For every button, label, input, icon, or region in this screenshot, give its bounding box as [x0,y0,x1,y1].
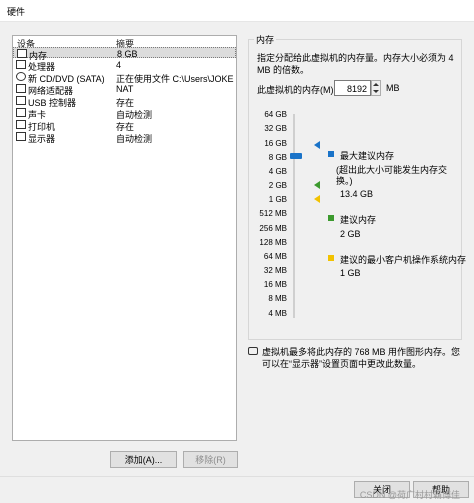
tick-label: 1 GB [268,195,287,204]
memory-spinner[interactable] [371,80,381,96]
tick-label: 512 MB [259,209,287,218]
memory-slider-thumb[interactable] [290,153,302,159]
tick-label: 2 GB [268,181,287,190]
add-device-button[interactable]: 添加(A)... [110,451,177,468]
printer-icon [16,120,26,129]
window-title: 硬件 [7,7,26,17]
tick-label: 16 GB [264,139,287,148]
device-row-processor[interactable]: 处理器 4 [13,59,236,72]
memory-field-label: 此虚拟机的内存(M): [257,85,336,95]
memory-size-input[interactable] [334,80,371,96]
device-row-printer[interactable]: 打印机 存在 [13,119,236,132]
watermark: CSDN @荷广村村霸博佳 [359,490,460,500]
spin-down-icon[interactable] [373,90,379,93]
memory-description: 指定分配给此虚拟机的内存量。内存大小必须为 4 MB 的倍数。 [257,53,454,75]
recommended-value: 2 GB [340,229,361,239]
sound-card-icon [16,108,26,117]
device-row-sound[interactable]: 声卡 自动检测 [13,107,236,120]
max-recommended-label: 最大建议内存 [340,151,395,161]
cpu-icon [16,60,26,69]
device-list[interactable]: 设备 摘要 内存 8 GB 处理器 4 新 CD/DVD (SATA) 正在使用… [12,35,237,441]
usb-icon [16,96,26,105]
tick-label: 32 GB [264,124,287,133]
recommended-label: 建议内存 [340,215,377,225]
display-icon [16,132,26,141]
footer-divider [0,476,474,477]
tick-label: 32 MB [263,266,287,275]
memory-group-title: 内存 [254,33,277,46]
cd-drive-icon [16,72,26,81]
network-adapter-icon [16,84,26,93]
spin-up-icon[interactable] [373,83,379,86]
recommended-legend-icon [328,215,334,221]
memory-slider-track[interactable] [293,114,295,318]
tick-label: 4 MB [268,309,287,318]
tick-label: 64 GB [264,110,287,119]
device-row-memory[interactable]: 内存 8 GB [13,47,236,61]
min-recommended-legend-icon [328,255,334,261]
max-recommended-marker-icon [314,141,320,149]
min-recommended-label: 建议的最小客户机操作系统内存 [340,255,467,265]
device-row-network[interactable]: 网络适配器 NAT [13,83,236,96]
min-recommended-value: 1 GB [340,268,361,278]
device-summary: NAT [116,84,134,94]
recommended-marker-icon [314,181,320,189]
memory-icon [17,49,27,58]
device-summary: 自动检测 [116,134,153,144]
device-row-cd-dvd[interactable]: 新 CD/DVD (SATA) 正在使用文件 C:\Users\JOKER... [13,71,236,84]
info-comment-icon [248,347,258,355]
list-header: 设备 摘要 [13,36,236,49]
tick-label: 16 MB [263,280,287,289]
tick-label: 256 MB [259,224,287,233]
max-recommended-value: 13.4 GB [340,189,374,199]
device-row-display[interactable]: 显示器 自动检测 [13,131,236,144]
max-recommended-legend-icon [328,151,334,157]
remove-device-button[interactable]: 移除(R) [183,451,238,468]
device-row-usb[interactable]: USB 控制器 存在 [13,95,236,108]
title-bar: 硬件 [0,0,474,22]
max-recommended-note: (超出此大小可能发生内存交换。) [336,165,447,186]
tick-label: 64 MB [263,252,287,261]
min-recommended-marker-icon [314,195,320,203]
memory-unit: MB [386,83,400,93]
device-summary: 4 [116,60,122,70]
tick-label: 4 GB [268,167,287,176]
device-summary: 8 GB [117,49,138,59]
tick-label: 8 MB [268,294,287,303]
graphics-memory-note: 虚拟机最多将此内存的 768 MB 用作图形内存。您可以在“显示器”设置页面中更… [262,347,461,369]
tick-label: 128 MB [259,238,287,247]
tick-label: 8 GB [268,153,287,162]
device-name: 显示器 [28,134,56,144]
